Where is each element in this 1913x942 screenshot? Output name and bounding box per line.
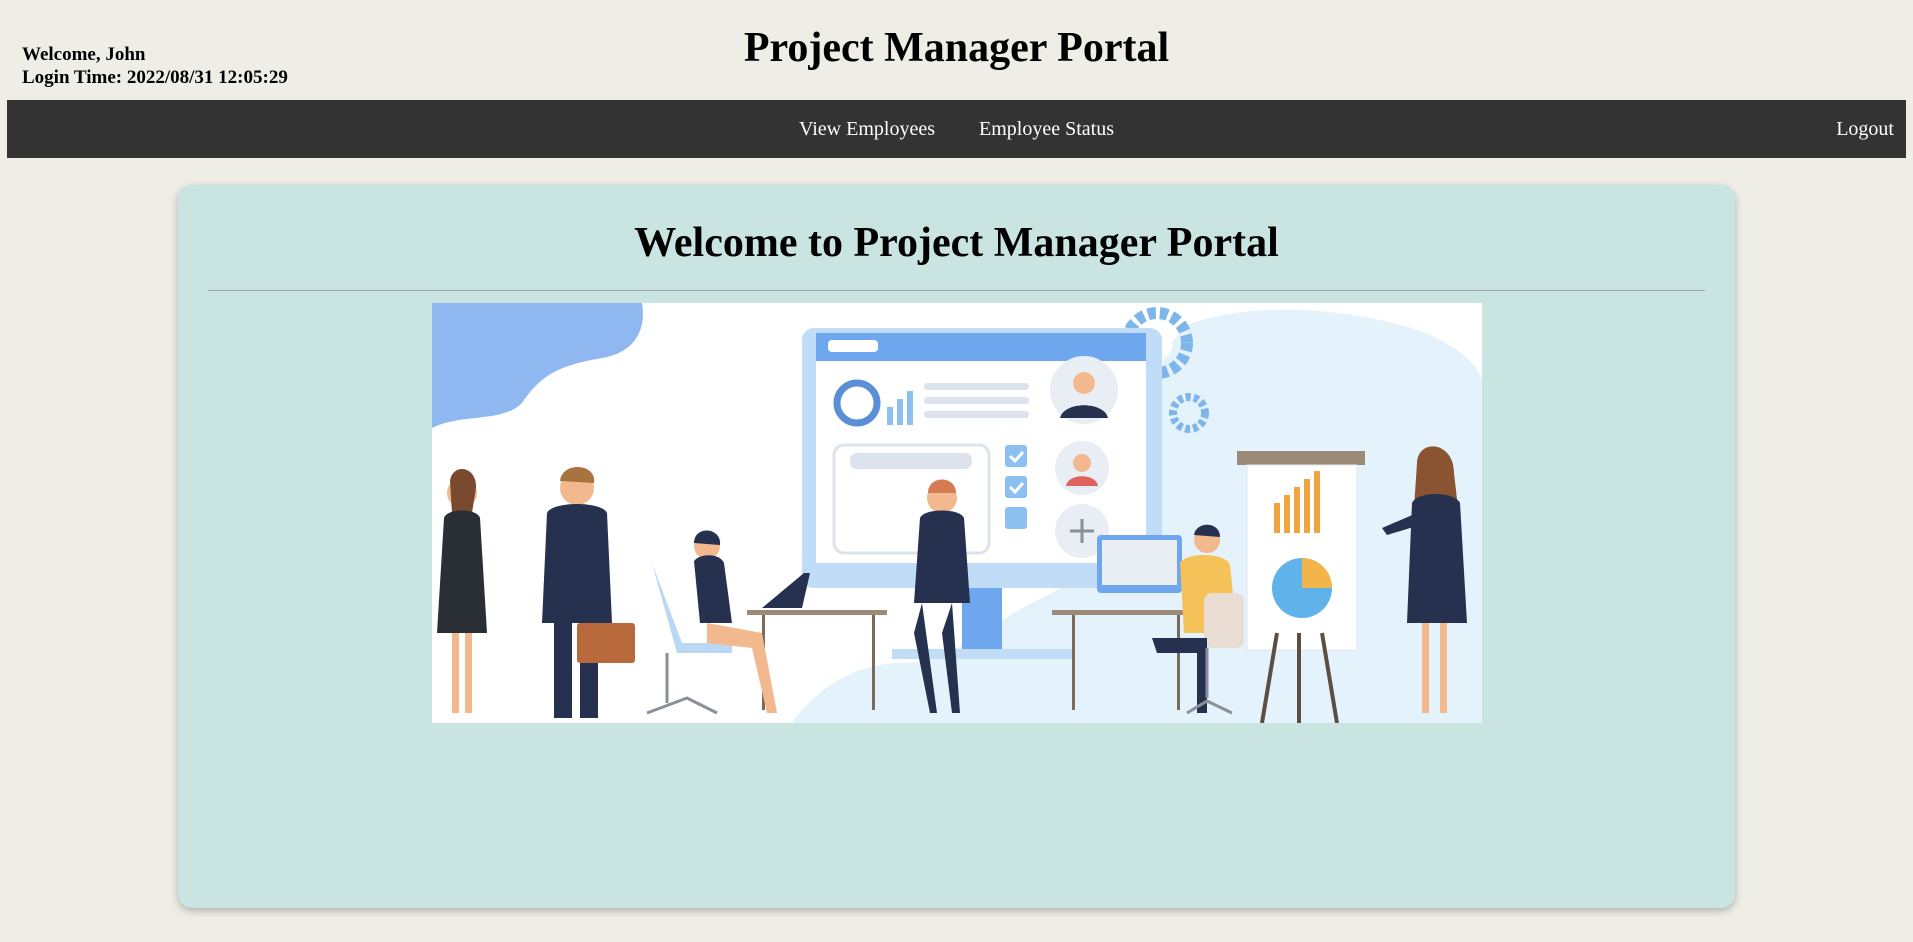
nav-links: View Employees Employee Status — [7, 100, 1906, 158]
heading-divider — [208, 290, 1705, 291]
office-team-illustration — [432, 303, 1482, 723]
site-title: Project Manager Portal — [743, 25, 1170, 71]
main-card: Welcome to Project Manager Portal — [178, 185, 1735, 908]
navbar: View Employees Employee Status Logout — [7, 100, 1906, 158]
logout-container: Logout — [1836, 100, 1894, 158]
welcome-heading: Welcome to Project Manager Portal — [634, 220, 1279, 266]
nav-view-employees[interactable]: View Employees — [799, 118, 935, 141]
hero-image — [432, 303, 1482, 723]
nav-employee-status[interactable]: Employee Status — [979, 118, 1114, 141]
header: Welcome, John Login Time: 2022/08/31 12:… — [0, 0, 1913, 100]
logout-link[interactable]: Logout — [1836, 118, 1894, 141]
